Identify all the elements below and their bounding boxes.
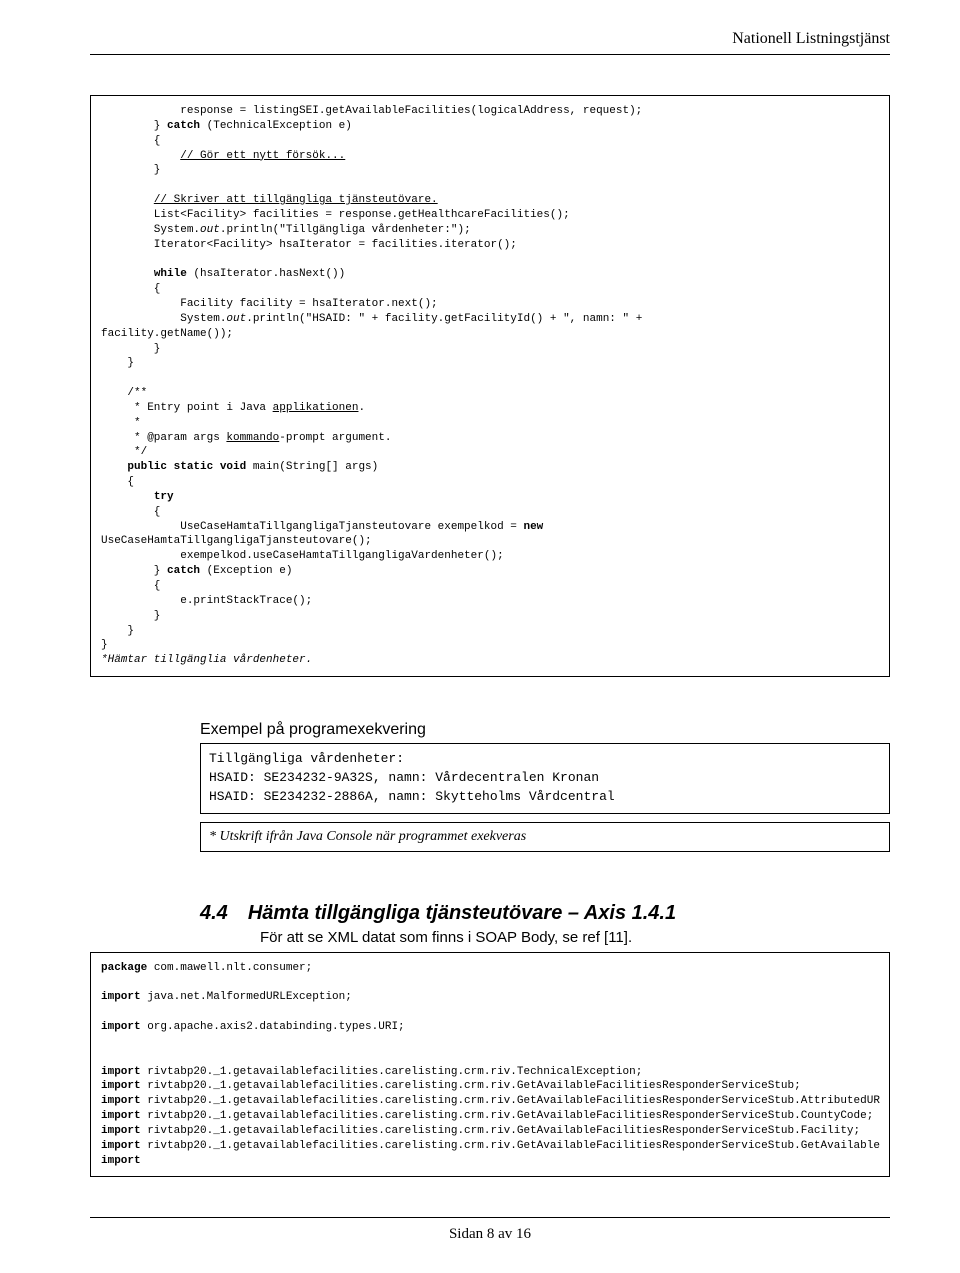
code-line: } xyxy=(101,639,108,651)
console-line: Tillgängliga vårdenheter: xyxy=(209,751,404,766)
keyword-package: package xyxy=(101,962,147,974)
keyword-import: import xyxy=(101,1110,141,1122)
console-output-note: * Utskrift ifrån Java Console när progra… xyxy=(209,829,526,844)
code-line: } xyxy=(101,625,134,637)
code-line: List<Facility> facilities = response.get… xyxy=(101,209,570,221)
code-footer-note: *Hämtar tillgänglia vårdenheter. xyxy=(101,654,312,666)
keyword-catch: catch xyxy=(167,565,200,577)
comment: // Skriver att tillgängliga tjänsteutöva… xyxy=(154,194,438,206)
code-line: (hsaIterator.hasNext()) xyxy=(187,268,345,280)
code-line: (TechnicalException e) xyxy=(200,120,352,132)
section-heading-4-4: 4.4 Hämta tillgängliga tjänsteutövare – A… xyxy=(200,902,890,925)
code-line: rivtabp20._1.getavailablefacilities.care… xyxy=(141,1125,861,1137)
code-line xyxy=(101,491,154,503)
exempel-section-title: Exempel på programexekvering xyxy=(200,721,890,739)
javadoc-line: * xyxy=(101,417,141,429)
code-line: exempelkod.useCaseHamtaTillgangligaVarde… xyxy=(101,550,504,562)
code-line xyxy=(101,194,154,206)
heading-text: Hämta tillgängliga tjänsteutövare – Axis… xyxy=(248,902,676,924)
javadoc-underline: kommando xyxy=(226,432,279,444)
code-line: } xyxy=(101,610,160,622)
console-line: HSAID: SE234232-2886A, namn: Skytteholms… xyxy=(209,789,615,804)
code-line: { xyxy=(101,476,134,488)
code-line: Facility facility = hsaIterator.next(); xyxy=(101,298,438,310)
keyword-public-static-void: public static void xyxy=(127,461,246,473)
code-line xyxy=(101,268,154,280)
code-line: java.net.MalformedURLException; xyxy=(141,991,352,1003)
javadoc-line: /** xyxy=(101,387,147,399)
code-line: facility.getName()); xyxy=(101,328,233,340)
code-line: UseCaseHamtaTillgangligaTjansteutovare()… xyxy=(101,535,372,547)
keyword-import: import xyxy=(101,1140,141,1152)
keyword-import: import xyxy=(101,1125,141,1137)
static-ref: out xyxy=(226,313,246,325)
code-line: } xyxy=(101,164,160,176)
javadoc-line: * @param args xyxy=(101,432,226,444)
page-header-title: Nationell Listningstjänst xyxy=(90,30,890,48)
code-line: } xyxy=(101,343,160,355)
code-line: System. xyxy=(101,313,226,325)
comment: // Gör ett nytt försök... xyxy=(180,150,345,162)
console-output-box: Tillgängliga vårdenheter: HSAID: SE23423… xyxy=(200,743,890,814)
keyword-import: import xyxy=(101,1021,141,1033)
code-line: Iterator<Facility> hsaIterator = facilit… xyxy=(101,239,517,251)
keyword-new: new xyxy=(523,521,543,533)
javadoc-line: * Entry point i Java xyxy=(101,402,273,414)
console-line: HSAID: SE234232-9A32S, namn: Vårdecentra… xyxy=(209,770,599,785)
code-line: .println("Tillgängliga vårdenheter:"); xyxy=(220,224,471,236)
javadoc-underline: applikationen xyxy=(273,402,359,414)
code-line xyxy=(101,150,180,162)
keyword-catch: catch xyxy=(167,120,200,132)
keyword-import: import xyxy=(101,1155,141,1167)
code-line: } xyxy=(101,565,167,577)
keyword-import: import xyxy=(101,1066,141,1078)
header-rule xyxy=(90,54,890,55)
code-line: } xyxy=(101,357,134,369)
code-line: response = listingSEI.getAvailableFacili… xyxy=(101,105,642,117)
code-line: main(String[] args) xyxy=(246,461,378,473)
javadoc-line: . xyxy=(358,402,365,414)
code-line: org.apache.axis2.databinding.types.URI; xyxy=(141,1021,405,1033)
code-line: rivtabp20._1.getavailablefacilities.care… xyxy=(141,1095,880,1107)
keyword-import: import xyxy=(101,1080,141,1092)
code-block-2: package com.mawell.nlt.consumer; import … xyxy=(90,952,890,1178)
code-line: rivtabp20._1.getavailablefacilities.care… xyxy=(141,1110,874,1122)
code-line: e.printStackTrace(); xyxy=(101,595,312,607)
code-line: UseCaseHamtaTillgangligaTjansteutovare e… xyxy=(101,521,523,533)
code-line: (Exception e) xyxy=(200,565,292,577)
heading-subtext: För att se XML datat som finns i SOAP Bo… xyxy=(260,929,890,946)
code-line: { xyxy=(101,580,160,592)
static-ref: out xyxy=(200,224,220,236)
page-footer: Sidan 8 av 16 xyxy=(90,1217,890,1243)
code-line: rivtabp20._1.getavailablefacilities.care… xyxy=(141,1140,880,1152)
code-line: rivtabp20._1.getavailablefacilities.care… xyxy=(141,1066,643,1078)
keyword-while: while xyxy=(154,268,187,280)
code-line: com.mawell.nlt.consumer; xyxy=(147,962,312,974)
keyword-import: import xyxy=(101,1095,141,1107)
code-line: { xyxy=(101,135,160,147)
code-line: { xyxy=(101,506,160,518)
code-line: System. xyxy=(101,224,200,236)
javadoc-line: */ xyxy=(101,446,147,458)
heading-number: 4.4 xyxy=(200,902,228,924)
keyword-import: import xyxy=(101,991,141,1003)
console-output-note-box: * Utskrift ifrån Java Console när progra… xyxy=(200,822,890,852)
code-block-1: response = listingSEI.getAvailableFacili… xyxy=(90,95,890,677)
code-line xyxy=(101,461,127,473)
code-line: } xyxy=(101,120,167,132)
javadoc-line: -prompt argument. xyxy=(279,432,391,444)
code-line: rivtabp20._1.getavailablefacilities.care… xyxy=(141,1080,801,1092)
code-line: .println("HSAID: " + facility.getFacilit… xyxy=(246,313,642,325)
code-line: { xyxy=(101,283,160,295)
keyword-try: try xyxy=(154,491,174,503)
